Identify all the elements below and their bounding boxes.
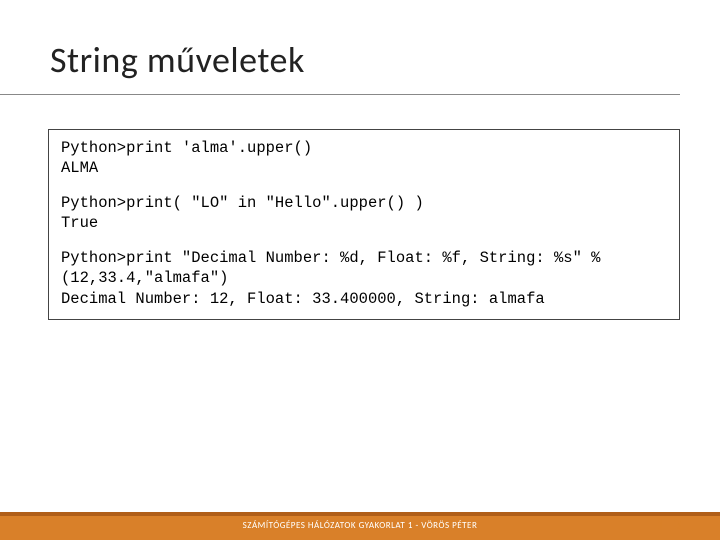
- code-line: ALMA: [61, 158, 669, 178]
- slide: String műveletek Python>print 'alma'.upp…: [0, 0, 720, 540]
- code-line: Python>print( "LO" in "Hello".upper() ): [61, 193, 669, 213]
- slide-title: String műveletek: [0, 0, 680, 95]
- page-number: 1 3: [656, 516, 684, 534]
- code-block-1: Python>print 'alma'.upper() ALMA: [61, 138, 669, 179]
- code-block-3: Python>print "Decimal Number: %d, Float:…: [61, 248, 669, 309]
- footer: SZÁMÍTÓGÉPES HÁLÓZATOK GYAKORLAT 1 - VÖR…: [0, 512, 720, 540]
- code-line: Python>print "Decimal Number: %d, Float:…: [61, 248, 669, 289]
- code-line: Python>print 'alma'.upper(): [61, 138, 669, 158]
- footer-text: SZÁMÍTÓGÉPES HÁLÓZATOK GYAKORLAT 1 - VÖR…: [0, 520, 720, 531]
- code-box: Python>print 'alma'.upper() ALMA Python>…: [48, 129, 680, 320]
- code-block-2: Python>print( "LO" in "Hello".upper() ) …: [61, 193, 669, 234]
- code-line: True: [61, 213, 669, 233]
- code-line: Decimal Number: 12, Float: 33.400000, St…: [61, 289, 669, 309]
